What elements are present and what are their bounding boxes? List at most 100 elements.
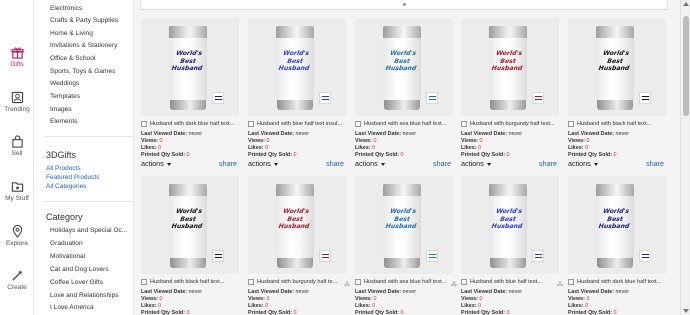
sidebar-link-weddings[interactable]: Weddings xyxy=(50,80,79,87)
product-title[interactable]: Husband with blue half text... xyxy=(470,279,558,285)
product-title[interactable]: Husband with black half text... xyxy=(150,279,238,285)
rail-my-stuff[interactable]: My Stuff xyxy=(0,180,34,202)
product-card[interactable]: World's Best Husband Husband with black ha… xyxy=(141,176,239,315)
product-image[interactable]: World's Best Husband xyxy=(461,176,559,274)
scroll-thumb[interactable] xyxy=(683,16,689,116)
product-card[interactable]: World's Best Husband Husband with blue hal… xyxy=(461,176,563,315)
stat-value: 0 xyxy=(478,303,482,309)
product-card[interactable]: World's Best Husband Husband with sea blue… xyxy=(355,176,457,315)
sidebar-link-templates[interactable]: Templates xyxy=(50,93,80,100)
product-title[interactable]: Husband with dark blue half text... xyxy=(577,279,665,285)
top-banner-strip xyxy=(140,0,668,10)
select-checkbox[interactable] xyxy=(568,279,574,285)
product-image[interactable]: World's Best Husband xyxy=(355,176,453,274)
product-card[interactable]: World's Best Husband Husband with dark blu… xyxy=(568,176,666,315)
sidebar-link-electronics[interactable]: Electronics xyxy=(50,5,82,12)
sidebar-link-invitations[interactable]: Invitations & Stationery xyxy=(50,42,117,49)
actions-dropdown[interactable]: actions xyxy=(355,159,385,168)
product-title[interactable]: Husband with burgundy half text... xyxy=(470,121,558,127)
rail-explore[interactable]: Explore xyxy=(0,225,34,247)
category-item[interactable]: Cat and Dog Lovers xyxy=(50,266,109,273)
scroll-up-arrow-icon[interactable] xyxy=(683,2,689,6)
actions-dropdown[interactable]: actions xyxy=(461,159,491,168)
link-featured-products[interactable]: Featured Products xyxy=(46,174,99,181)
share-link[interactable]: share xyxy=(219,159,237,168)
sidebar-link-elements[interactable]: Elements xyxy=(50,118,78,125)
product-card[interactable]: World's Best Husband Husband with burgundy… xyxy=(248,176,350,315)
link-all-categories[interactable]: All Categories xyxy=(46,183,86,190)
actions-dropdown[interactable]: actions xyxy=(568,159,598,168)
product-title[interactable]: Husband with sea blue half text... xyxy=(364,279,452,285)
select-checkbox[interactable] xyxy=(461,121,467,127)
stat-printed: Printed Qty Sold: 0 xyxy=(355,310,404,315)
category-item[interactable]: Holidays and Special Oc... xyxy=(50,227,127,234)
scroll-down-arrow-icon[interactable] xyxy=(683,309,689,313)
sidebar-link-crafts[interactable]: Crafts & Party Supplies xyxy=(50,17,118,24)
share-link[interactable]: share xyxy=(646,159,664,168)
caret-down-icon xyxy=(166,162,171,166)
share-link[interactable]: share xyxy=(433,159,451,168)
link-all-products[interactable]: All Products xyxy=(46,165,81,172)
product-title[interactable]: Husband with blue half text insulat... xyxy=(257,121,345,127)
stat-last-viewed: Last Viewed Date: never xyxy=(248,289,309,295)
stat-printed: Printed Qty Sold: 0 xyxy=(568,152,617,158)
select-checkbox[interactable] xyxy=(141,279,147,285)
category-item[interactable]: Coffee Lover Gifts xyxy=(50,279,103,286)
scrollbar[interactable] xyxy=(680,0,690,315)
select-checkbox[interactable] xyxy=(568,121,574,127)
category-item[interactable]: Graduation xyxy=(50,240,83,247)
select-checkbox[interactable] xyxy=(141,121,147,127)
product-image[interactable]: World's Best Husband xyxy=(141,176,239,274)
product-title[interactable]: Husband with burgundy half te... xyxy=(257,279,345,285)
stat-value: 0 xyxy=(373,138,377,144)
product-title[interactable]: Husband with dark blue half text... xyxy=(150,121,238,127)
product-card[interactable]: World's Best Husband Husband with blue hal… xyxy=(248,18,346,168)
select-checkbox[interactable] xyxy=(461,279,467,285)
product-image[interactable]: World's Best Husband xyxy=(248,18,346,116)
product-card[interactable]: World's Best Husband Husband with dark blu… xyxy=(141,18,239,168)
product-title[interactable]: Husband with sea blue half text... xyxy=(364,121,452,127)
sidebar-link-images[interactable]: Images xyxy=(50,106,72,113)
actions-dropdown[interactable]: actions xyxy=(248,159,278,168)
rail-sell[interactable]: Sell xyxy=(0,135,34,157)
category-item[interactable]: Love and Relationships xyxy=(50,292,119,299)
stat-label: Printed Qty Sold: xyxy=(568,310,613,315)
product-card[interactable]: World's Best Husband Husband with black ha… xyxy=(568,18,666,168)
stat-last-viewed: Last Viewed Date: never xyxy=(141,131,202,137)
share-link[interactable]: share xyxy=(539,159,557,168)
product-image[interactable]: World's Best Husband xyxy=(461,18,559,116)
stat-label: Views: xyxy=(141,138,158,144)
category-item[interactable]: Motivational xyxy=(50,253,85,260)
share-link[interactable]: share xyxy=(326,159,344,168)
product-grid-area: World's Best Husband Husband with dark blu… xyxy=(134,0,680,315)
rail-label: Explore xyxy=(5,240,29,247)
stat-likes: Likes: 0 xyxy=(248,145,268,151)
actions-dropdown[interactable]: actions xyxy=(141,159,171,168)
rail-create[interactable]: Create xyxy=(0,269,34,291)
product-image[interactable]: World's Best Husband xyxy=(248,176,346,274)
art-line-2: Husband xyxy=(171,223,203,230)
select-checkbox[interactable] xyxy=(248,121,254,127)
tumbler-image: World's Best Husband xyxy=(276,184,314,268)
select-checkbox[interactable] xyxy=(355,279,361,285)
product-image[interactable]: World's Best Husband xyxy=(141,18,239,116)
product-title-row: Husband with black half text... xyxy=(141,279,239,287)
rail-trending[interactable]: Trending xyxy=(0,91,34,113)
product-image[interactable]: World's Best Husband xyxy=(568,176,666,274)
rail-gifts[interactable]: Gifts xyxy=(0,46,34,68)
stat-last-viewed: Last Viewed Date: never xyxy=(248,131,309,137)
select-checkbox[interactable] xyxy=(355,121,361,127)
sidebar-link-office[interactable]: Office & School xyxy=(50,55,95,62)
product-card[interactable]: World's Best Husband Husband with burgundy… xyxy=(461,18,559,168)
category-item[interactable]: I Love America xyxy=(50,304,94,311)
product-image[interactable]: World's Best Husband xyxy=(568,18,666,116)
stat-value: never xyxy=(188,131,203,137)
select-checkbox[interactable] xyxy=(248,279,254,285)
tumbler-lid xyxy=(169,26,207,38)
sidebar-link-home[interactable]: Home & Living xyxy=(50,30,93,37)
product-card[interactable]: World's Best Husband Husband with sea blue… xyxy=(355,18,453,168)
product-image[interactable]: World's Best Husband xyxy=(355,18,453,116)
sidebar-link-sports[interactable]: Sports, Toys & Games xyxy=(50,68,115,75)
product-title[interactable]: Husband with black half text... xyxy=(577,121,665,127)
tumbler-image: World's Best Husband xyxy=(596,26,634,110)
